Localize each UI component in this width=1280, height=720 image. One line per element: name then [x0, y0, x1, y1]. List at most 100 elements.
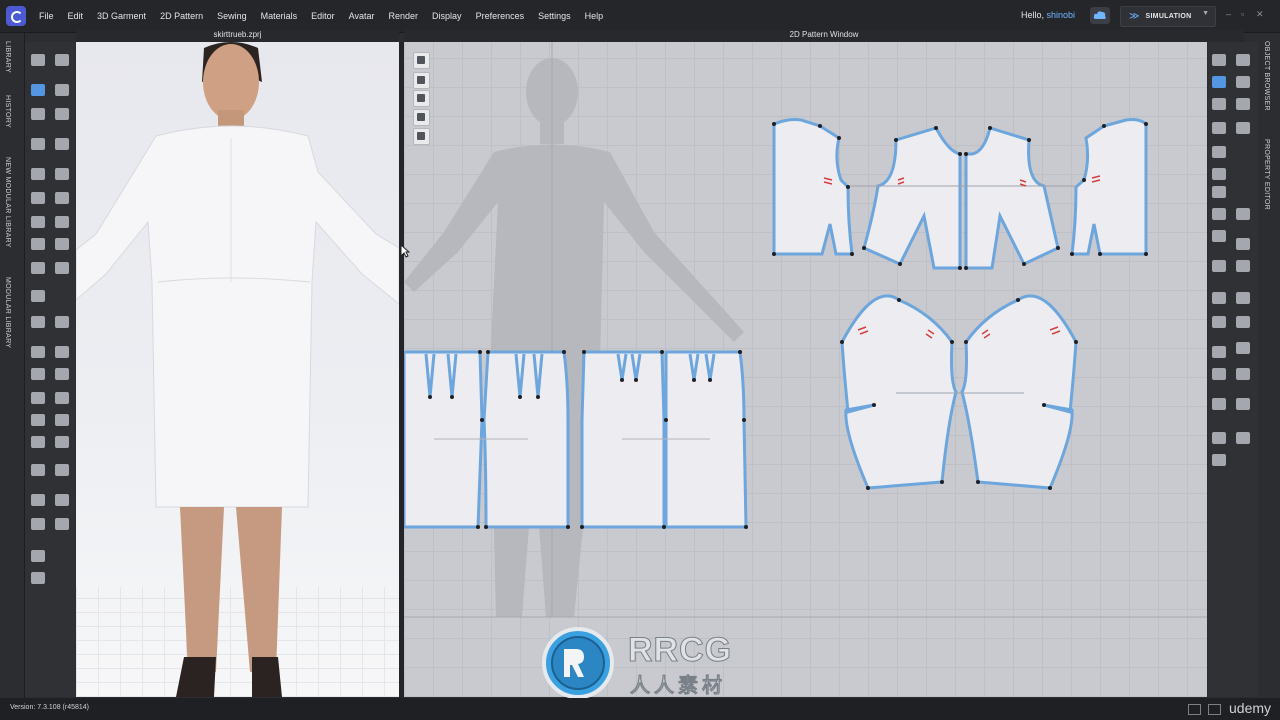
- texture-tool-icon[interactable]: [413, 109, 430, 126]
- segment-sewing-icon[interactable]: [1212, 208, 1226, 220]
- tab-history[interactable]: HISTORY: [4, 95, 11, 128]
- strap-icon[interactable]: [55, 436, 69, 448]
- group-icon[interactable]: [1236, 398, 1250, 410]
- menu-file[interactable]: File: [32, 11, 61, 21]
- sew-icon[interactable]: [55, 368, 69, 380]
- pattern-piece-front-bodice-left[interactable]: [862, 126, 962, 270]
- select-move-icon[interactable]: [31, 54, 45, 66]
- hanger-icon[interactable]: [31, 238, 45, 250]
- line-icon[interactable]: [31, 494, 45, 506]
- transform-pattern-icon[interactable]: [1236, 54, 1250, 66]
- lock-tool-icon[interactable]: [413, 128, 430, 145]
- close-icon[interactable]: ✕: [1256, 9, 1264, 20]
- measure-icon[interactable]: [55, 138, 69, 150]
- accessory-icon[interactable]: [55, 216, 69, 228]
- avatar-icon[interactable]: [31, 216, 45, 228]
- gather-icon[interactable]: [55, 392, 69, 404]
- glove-icon[interactable]: [31, 414, 45, 426]
- pattern-piece-sleeve-right[interactable]: [960, 294, 1078, 490]
- tape-icon[interactable]: [55, 414, 69, 426]
- square-icon[interactable]: [55, 494, 69, 506]
- tab-property-editor[interactable]: PROPERTY EDITOR: [1263, 139, 1270, 210]
- pin-icon[interactable]: [55, 108, 69, 120]
- trace-icon[interactable]: [1212, 146, 1226, 158]
- trim-icon[interactable]: [31, 262, 45, 274]
- snapshot-icon[interactable]: [31, 368, 45, 380]
- topstitch-icon[interactable]: [55, 316, 69, 328]
- menu-sewing[interactable]: Sewing: [210, 11, 254, 21]
- window-layout-icon[interactable]: [1188, 704, 1201, 715]
- grade-icon[interactable]: [1212, 316, 1226, 328]
- edit-pattern-icon[interactable]: [1212, 54, 1226, 66]
- mirror-icon[interactable]: [31, 392, 45, 404]
- measure-2d-icon[interactable]: [1236, 292, 1250, 304]
- menu-materials[interactable]: Materials: [254, 11, 305, 21]
- pattern-piece-sleeve-left[interactable]: [840, 294, 958, 490]
- menu-editor[interactable]: Editor: [304, 11, 342, 21]
- seam-allowance-icon[interactable]: [1212, 168, 1226, 180]
- menu-edit[interactable]: Edit: [61, 11, 91, 21]
- menu-avatar[interactable]: Avatar: [342, 11, 382, 21]
- tab-object-browser[interactable]: OBJECT BROWSER: [1263, 41, 1270, 111]
- ruler-icon[interactable]: [1212, 292, 1226, 304]
- stretch-icon[interactable]: [55, 168, 69, 180]
- binding-icon[interactable]: [1212, 186, 1226, 198]
- cut-icon[interactable]: [55, 192, 69, 204]
- zipper-icon[interactable]: [31, 290, 45, 302]
- edit-curve-icon[interactable]: [1212, 76, 1226, 88]
- menu-3d-garment[interactable]: 3D Garment: [90, 11, 153, 21]
- pattern-piece-front-bodice-right[interactable]: [964, 126, 1060, 270]
- garment-fit-icon[interactable]: [31, 138, 45, 150]
- free-sewing-icon[interactable]: [1236, 208, 1250, 220]
- shirt-icon[interactable]: [31, 436, 45, 448]
- internal-polygon-icon[interactable]: [1212, 122, 1226, 134]
- pattern-piece-back-bodice-right[interactable]: [1070, 118, 1148, 256]
- show-avatar-tool-icon[interactable]: [413, 72, 430, 89]
- fabric-icon[interactable]: [55, 238, 69, 250]
- torso-icon[interactable]: [31, 572, 45, 584]
- texture-icon[interactable]: [31, 346, 45, 358]
- wave-icon[interactable]: [1236, 368, 1250, 380]
- polygon-icon[interactable]: [1212, 98, 1226, 110]
- stitch-icon[interactable]: [31, 464, 45, 476]
- menu-preferences[interactable]: Preferences: [469, 11, 532, 21]
- pleat-icon[interactable]: [1212, 260, 1226, 272]
- steam-icon[interactable]: [31, 168, 45, 180]
- text-icon[interactable]: [1212, 346, 1226, 358]
- dart-icon[interactable]: [1236, 122, 1250, 134]
- menu-display[interactable]: Display: [425, 11, 469, 21]
- needle-icon[interactable]: [31, 518, 45, 530]
- zipper-2d-icon[interactable]: [1236, 432, 1250, 444]
- pattern-piece-back-bodice-left[interactable]: [772, 118, 854, 256]
- menu-2d-pattern[interactable]: 2D Pattern: [153, 11, 210, 21]
- edit-sewing-icon[interactable]: [1212, 230, 1226, 242]
- sleeve-icon[interactable]: [31, 550, 45, 562]
- tab-modular-library[interactable]: MODULAR LIBRARY: [4, 277, 11, 348]
- 3d-viewport[interactable]: [76, 42, 399, 697]
- check-sewing-icon[interactable]: [1236, 238, 1250, 250]
- edit-pattern-tool-icon[interactable]: [413, 52, 430, 69]
- button-2d-icon[interactable]: [1212, 432, 1226, 444]
- menu-settings[interactable]: Settings: [531, 11, 578, 21]
- pin-2d-icon[interactable]: [1212, 454, 1226, 466]
- simulation-mode-dropdown[interactable]: ≫ SIMULATION ▼: [1120, 6, 1216, 27]
- info-tool-icon[interactable]: [413, 90, 430, 107]
- spacing-icon[interactable]: [1236, 342, 1250, 354]
- cloud-sync-button[interactable]: [1090, 7, 1110, 24]
- rectangle-icon[interactable]: [1236, 98, 1250, 110]
- fold-icon[interactable]: [1236, 260, 1250, 272]
- shrink-icon[interactable]: [31, 192, 45, 204]
- add-point-icon[interactable]: [1236, 76, 1250, 88]
- fold-arrangement-icon[interactable]: [55, 84, 69, 96]
- user-name[interactable]: shinobi: [1047, 10, 1076, 20]
- menu-help[interactable]: Help: [578, 11, 611, 21]
- minimize-icon[interactable]: –: [1226, 9, 1231, 19]
- app-logo-icon[interactable]: [6, 6, 26, 26]
- tab-library[interactable]: LIBRARY: [4, 41, 11, 73]
- 2d-pattern-viewport[interactable]: [404, 42, 1207, 697]
- fullscreen-icon[interactable]: [1208, 704, 1221, 715]
- button-tool-icon[interactable]: [55, 262, 69, 274]
- tack-icon[interactable]: [31, 108, 45, 120]
- table-icon[interactable]: [1212, 398, 1226, 410]
- layer-icon[interactable]: [55, 464, 69, 476]
